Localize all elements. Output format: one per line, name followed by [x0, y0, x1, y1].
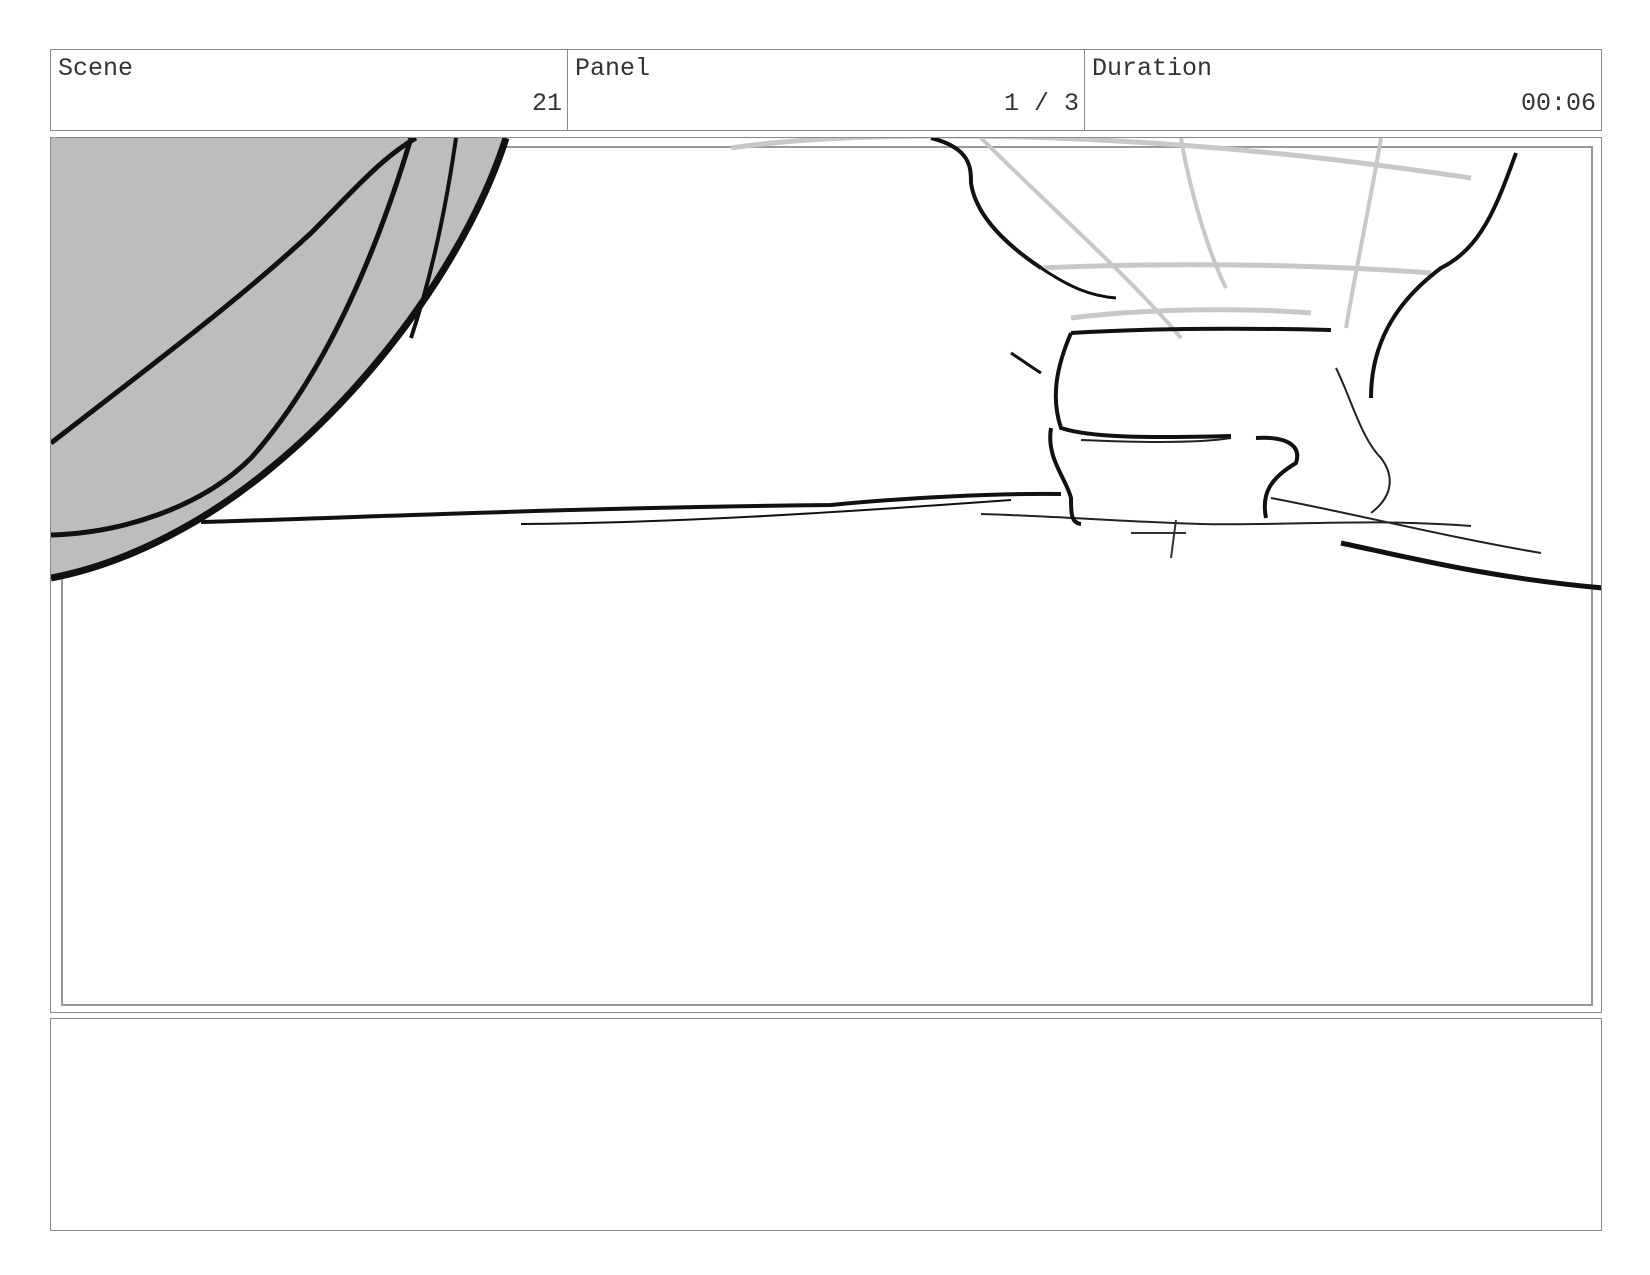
construction-line — [1040, 262, 1432, 276]
duration-label: Duration — [1092, 54, 1213, 83]
structure-left-edge — [930, 138, 1043, 270]
structure-base-left — [1048, 427, 1082, 526]
construction-arc — [730, 138, 1472, 181]
scene-number: 21 — [531, 89, 562, 118]
horizon-line — [200, 491, 1062, 524]
ground-stroke-right — [1270, 497, 1542, 554]
panel-label: Panel — [575, 54, 651, 83]
structure-right-edge — [1369, 152, 1518, 399]
structure-top-band — [1070, 326, 1332, 335]
ground-mark — [1131, 519, 1186, 559]
duration-cell: Duration 00:06 — [1085, 50, 1601, 130]
scene-label: Scene — [58, 54, 134, 83]
ground-curve-right — [1340, 540, 1601, 591]
panel-cell: Panel 1 / 3 — [568, 50, 1085, 130]
storyboard-header: Scene 21 Panel 1 / 3 Duration 00:06 — [50, 49, 1602, 131]
panel-frame[interactable] — [50, 137, 1602, 1013]
construction-vertical-2 — [1344, 138, 1383, 329]
sphere-shape — [51, 138, 506, 578]
duration-value: 00:06 — [1520, 89, 1596, 118]
construction-diagonal — [979, 138, 1183, 340]
structure-accent — [1010, 351, 1042, 375]
structure-left-curve — [1040, 266, 1117, 300]
horizon-line-2 — [520, 499, 1012, 525]
structure-right-contour — [1335, 367, 1391, 514]
sketch-drawing — [51, 138, 1601, 1006]
structure-cap — [1053, 332, 1232, 440]
construction-line-2 — [1070, 307, 1312, 321]
panel-number: 1 / 3 — [1003, 89, 1079, 118]
structure-base-right — [1255, 435, 1300, 519]
panel-notes-box[interactable] — [50, 1018, 1602, 1231]
scene-cell: Scene 21 — [51, 50, 568, 130]
